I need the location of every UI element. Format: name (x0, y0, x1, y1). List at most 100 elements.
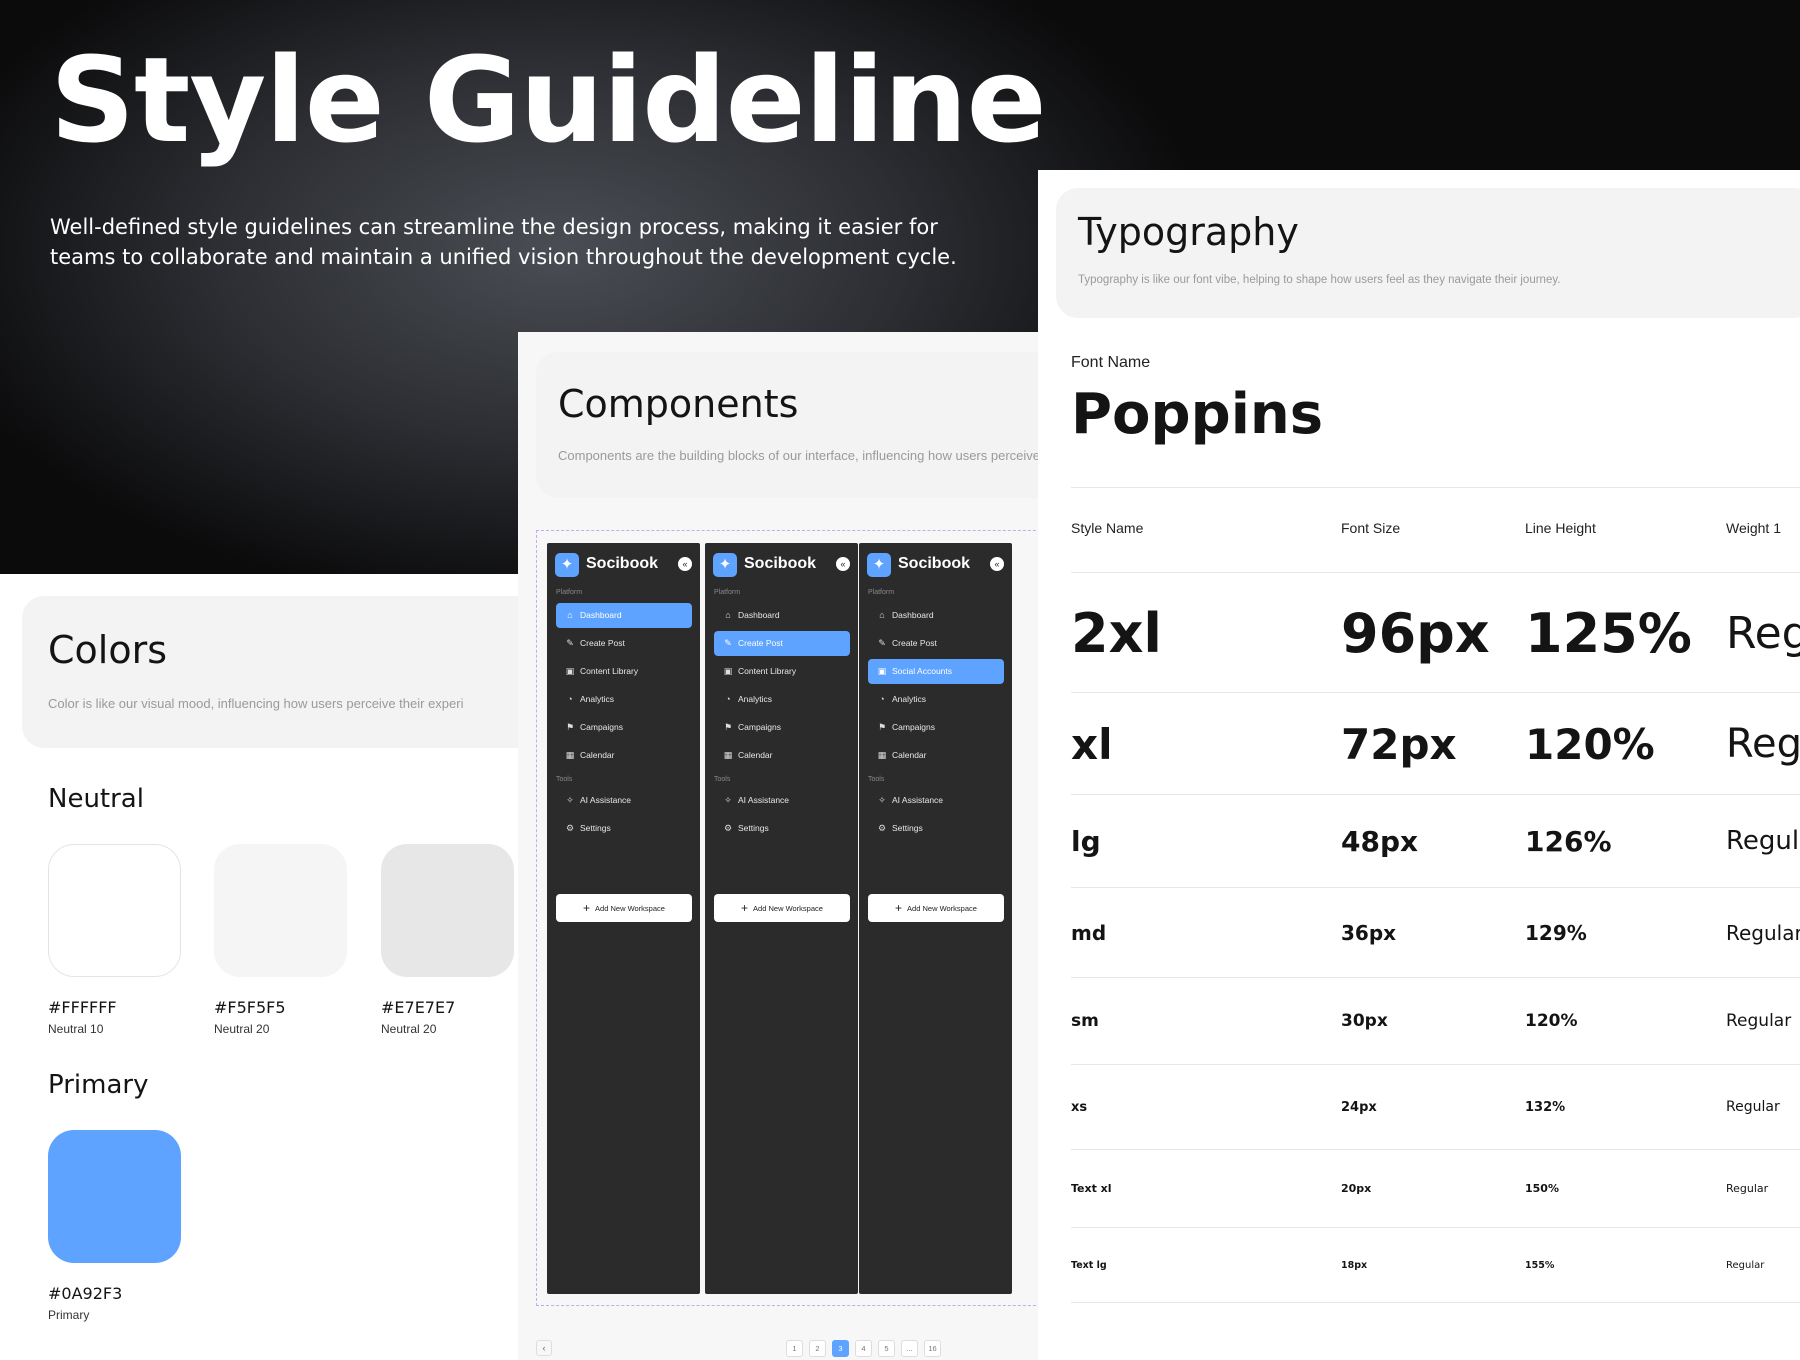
sparkle-icon: ✧ (566, 795, 574, 805)
sidebar-item-content-library[interactable]: ▣ Content Library (714, 659, 850, 684)
type-font-size: 96px (1341, 601, 1490, 665)
collapse-icon[interactable]: « (678, 557, 692, 571)
sidebar-item-ai-assistance[interactable]: ✧ AI Assistance (556, 788, 692, 813)
sidebar-item-analytics[interactable]: ◔ Analytics (556, 687, 692, 712)
library-icon: ▣ (565, 666, 575, 676)
sidebar-item-label: Campaigns (892, 722, 935, 732)
type-weight: Regular (1726, 921, 1800, 945)
type-font-size: 18px (1341, 1259, 1368, 1271)
type-font-size: 20px (1341, 1182, 1372, 1196)
sidebar-item-settings[interactable]: ⚙ Settings (868, 816, 1004, 841)
sidebar-preview: ✦ Socibook « Platform ⌂ Dashboard ✎ Create Post… (705, 543, 858, 1294)
column-header-style: Style Name (1071, 520, 1144, 536)
sidebar-item-dashboard[interactable]: ⌂ Dashboard (714, 603, 850, 628)
sidebar-item-dashboard[interactable]: ⌂ Dashboard (868, 603, 1004, 628)
type-font-size: 36px (1341, 921, 1397, 945)
sidebar-section-tools: Tools (868, 776, 885, 783)
sidebar-item-label: Analytics (738, 694, 773, 704)
collapse-icon[interactable]: « (836, 557, 850, 571)
type-font-size: 72px (1341, 719, 1457, 769)
typography-title: Typography (1078, 210, 1299, 254)
type-weight: Regular (1726, 825, 1800, 856)
sidebar-item-ai-assistance[interactable]: ✧ AI Assistance (714, 788, 850, 813)
add-workspace-button[interactable]: + Add New Workspace (714, 894, 850, 922)
type-scale-row: lg 48px 126% Regular (1038, 795, 1800, 888)
sidebar-item-calendar[interactable]: ▦ Calendar (714, 743, 850, 768)
swatch-hex: #0A92F3 (48, 1284, 123, 1303)
sidebar-item-calendar[interactable]: ▦ Calendar (556, 743, 692, 768)
pagination-page[interactable]: ... (901, 1340, 918, 1357)
pagination-page[interactable]: 1 (786, 1340, 803, 1357)
sidebar-item-label: Settings (580, 823, 611, 833)
sidebar-item-settings[interactable]: ⚙ Settings (714, 816, 850, 841)
sidebar-item-label: Settings (892, 823, 923, 833)
sidebar-item-dashboard[interactable]: ⌂ Dashboard (556, 603, 692, 628)
sidebar-item-label: Create Post (738, 638, 783, 648)
add-workspace-label: Add New Workspace (907, 904, 977, 913)
logo-icon: ✦ (867, 553, 891, 577)
swatch-hex: #FFFFFF (48, 998, 117, 1017)
swatch-hex: #E7E7E7 (381, 998, 456, 1017)
type-line-height: 132% (1525, 1099, 1566, 1115)
sidebar-item-create-post[interactable]: ✎ Create Post (556, 631, 692, 656)
type-line-height: 129% (1525, 921, 1587, 945)
collapse-icon[interactable]: « (990, 557, 1004, 571)
sidebar-item-ai-assistance[interactable]: ✧ AI Assistance (868, 788, 1004, 813)
type-line-height: 155% (1525, 1259, 1555, 1271)
add-workspace-button[interactable]: + Add New Workspace (556, 894, 692, 922)
type-weight: Regular (1726, 1011, 1792, 1032)
analytics-icon: ◔ (567, 694, 573, 704)
sidebar-item-campaigns[interactable]: ⚑ Campaigns (556, 715, 692, 740)
sidebar-item-label: Calendar (580, 750, 615, 760)
pagination-page[interactable]: 2 (809, 1340, 826, 1357)
type-weight: Regular (1726, 607, 1800, 659)
color-swatch-neutral-10 (48, 844, 181, 977)
sidebar-item-label: Create Post (580, 638, 625, 648)
pagination-prev-button[interactable]: ‹ (536, 1340, 552, 1356)
home-icon: ⌂ (879, 610, 885, 620)
sidebar-item-settings[interactable]: ⚙ Settings (556, 816, 692, 841)
sidebar-item-create-post[interactable]: ✎ Create Post (714, 631, 850, 656)
sidebar-section-tools: Tools (714, 776, 731, 783)
gear-icon: ⚙ (723, 823, 733, 833)
sidebar-preview: ✦ Socibook « Platform ⌂ Dashboard ✎ Create Post… (547, 543, 700, 1294)
colors-header: Colors Color is like our visual mood, in… (22, 596, 542, 748)
sidebar-item-label: Analytics (580, 694, 615, 704)
type-font-size: 30px (1341, 1011, 1388, 1032)
type-font-size: 48px (1341, 824, 1419, 858)
sidebar-item-campaigns[interactable]: ⚑ Campaigns (714, 715, 850, 740)
sidebar-item-create-post[interactable]: ✎ Create Post (868, 631, 1004, 656)
sidebar-item-calendar[interactable]: ▦ Calendar (868, 743, 1004, 768)
calendar-icon: ▦ (877, 750, 887, 760)
sidebar-item-campaigns[interactable]: ⚑ Campaigns (868, 715, 1004, 740)
sidebar-item-label: AI Assistance (892, 795, 944, 805)
type-scale-row: md 36px 129% Regular (1038, 888, 1800, 978)
divider (1071, 692, 1800, 693)
swatch-name: Neutral 20 (381, 1022, 437, 1036)
plus-icon: + (583, 901, 591, 915)
type-line-height: 120% (1525, 1011, 1578, 1032)
pagination-page[interactable]: 16 (924, 1340, 941, 1357)
sidebar-item-label: Dashboard (738, 610, 780, 620)
type-style-name: 2xl (1071, 601, 1162, 665)
add-workspace-button[interactable]: + Add New Workspace (868, 894, 1004, 922)
pagination-page[interactable]: 5 (878, 1340, 895, 1357)
add-workspace-label: Add New Workspace (753, 904, 823, 913)
sidebar-item-social-accounts[interactable]: ▣ Social Accounts (868, 659, 1004, 684)
sidebar-item-analytics[interactable]: ◔ Analytics (868, 687, 1004, 712)
color-swatch-neutral-30 (381, 844, 514, 977)
type-style-name: lg (1071, 824, 1101, 858)
sidebar-item-content-library[interactable]: ▣ Content Library (556, 659, 692, 684)
sparkle-icon: ✧ (724, 795, 732, 805)
plus-icon: + (895, 901, 903, 915)
type-style-name: xs (1071, 1099, 1088, 1115)
sidebar-item-analytics[interactable]: ◔ Analytics (714, 687, 850, 712)
sidebar-item-label: Create Post (892, 638, 937, 648)
sidebar-item-label: Content Library (580, 666, 639, 676)
home-icon: ⌂ (725, 610, 731, 620)
type-scale-row: 2xl 96px 125% Regular (1038, 575, 1800, 693)
pagination-page[interactable]: 3 (832, 1340, 849, 1357)
analytics-icon: ◔ (879, 694, 885, 704)
home-icon: ⌂ (567, 610, 573, 620)
pagination-page[interactable]: 4 (855, 1340, 872, 1357)
